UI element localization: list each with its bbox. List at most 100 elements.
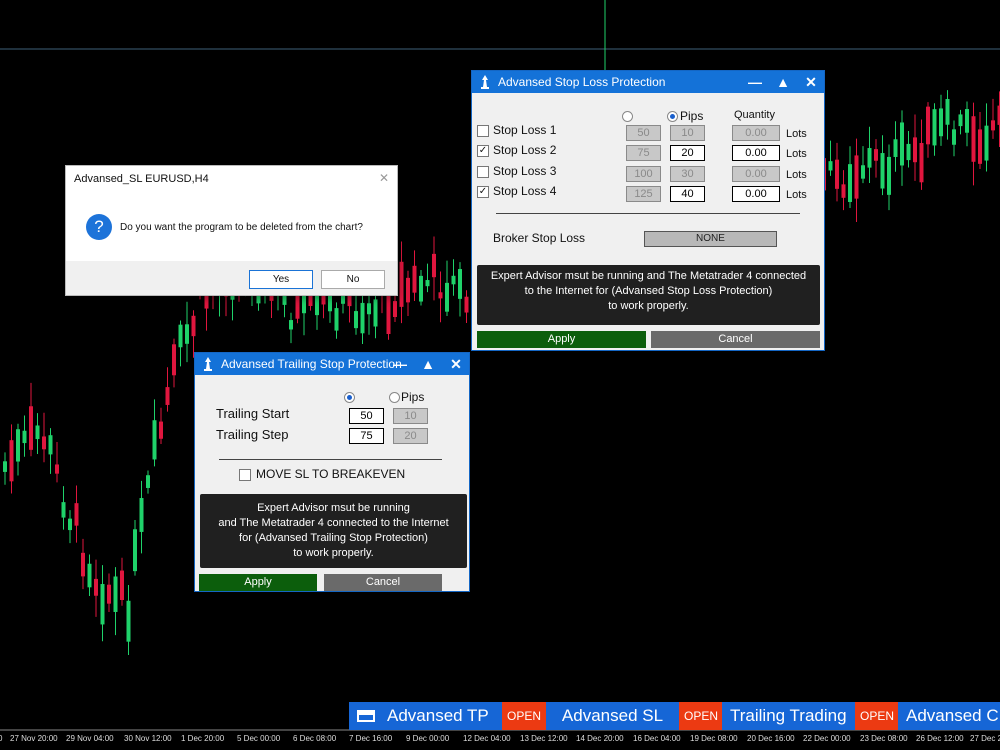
candle-body bbox=[971, 116, 976, 162]
pips-label: Pips bbox=[680, 109, 704, 123]
dialog-message: Do you want the program to be deleted fr… bbox=[120, 222, 363, 233]
candle-body bbox=[3, 461, 7, 472]
ts-info-message: Expert Advisor msut be running and The M… bbox=[200, 494, 467, 568]
sl-open-button[interactable]: OPEN bbox=[679, 702, 722, 730]
candle-body bbox=[854, 155, 859, 199]
sl-msg-line2: to the Internet for (Advansed Stop Loss … bbox=[524, 285, 773, 297]
close-icon[interactable]: ✕ bbox=[804, 74, 818, 91]
candle-body bbox=[425, 280, 430, 287]
points-radio[interactable] bbox=[344, 392, 355, 403]
candle-body bbox=[932, 109, 937, 146]
candle-body bbox=[900, 122, 904, 166]
stop-loss-3-checkbox[interactable] bbox=[477, 166, 489, 178]
yes-button[interactable]: Yes bbox=[249, 270, 313, 289]
candle-body bbox=[133, 529, 137, 572]
time-axis-label: 1 Dec 20:00 bbox=[181, 734, 225, 743]
points-radio[interactable] bbox=[622, 111, 633, 122]
lots-label: Lots bbox=[786, 189, 807, 201]
candle-body bbox=[451, 275, 456, 285]
close-icon[interactable]: ✕ bbox=[449, 356, 463, 373]
sl-msg-line1: Expert Advisor msut be running and The M… bbox=[490, 270, 807, 282]
candle-body bbox=[867, 148, 872, 168]
stop-loss-4-quantity-input[interactable]: 0.00 bbox=[732, 186, 780, 202]
candle-body bbox=[887, 156, 891, 195]
advansed-tp-button[interactable]: Advansed TP bbox=[349, 702, 502, 730]
expert-toolbar: Advansed TP OPEN Advansed SL OPEN Traili… bbox=[349, 702, 1000, 730]
ts-title: Advansed Trailing Stop Protection bbox=[221, 357, 402, 371]
tr-open-button[interactable]: OPEN bbox=[855, 702, 898, 730]
candle-body bbox=[906, 143, 911, 161]
trailing-step-label: Trailing Step bbox=[216, 427, 289, 442]
stop-loss-2-points-input: 75 bbox=[626, 145, 661, 161]
breakeven-checkbox[interactable] bbox=[239, 469, 251, 481]
stop-loss-1-points-input: 50 bbox=[626, 125, 661, 141]
time-axis-label: 9 Dec 00:00 bbox=[406, 734, 450, 743]
candle-body bbox=[35, 425, 40, 440]
candle-body bbox=[880, 153, 885, 189]
candle-body bbox=[386, 293, 391, 335]
stop-loss-1-checkbox[interactable] bbox=[477, 125, 489, 137]
candle-body bbox=[87, 563, 92, 588]
trailing-start-input[interactable]: 50 bbox=[349, 408, 384, 424]
trailing-stop-panel: Advansed Trailing Stop Protection — ▲ ✕ … bbox=[194, 352, 470, 592]
candle-body bbox=[29, 406, 33, 450]
candle-body bbox=[458, 269, 462, 299]
candle-body bbox=[861, 165, 865, 179]
sl-title: Advansed Stop Loss Protection bbox=[498, 75, 666, 89]
lots-label: Lots bbox=[786, 128, 807, 140]
stop-loss-3-label: Stop Loss 3 bbox=[493, 164, 557, 178]
candle-body bbox=[61, 502, 66, 518]
question-icon: ? bbox=[86, 214, 112, 240]
ts-cancel-button[interactable]: Cancel bbox=[324, 574, 442, 591]
time-axis-label: 27 Dec 20:00 bbox=[970, 734, 1000, 743]
candle-body bbox=[393, 301, 397, 317]
time-axis-label: 5 Dec 00:00 bbox=[237, 734, 281, 743]
stop-loss-2-checkbox[interactable]: ✓ bbox=[477, 145, 489, 157]
minimize-icon[interactable]: — bbox=[393, 356, 407, 372]
sl-apply-button[interactable]: Apply bbox=[477, 331, 646, 348]
pips-radio[interactable] bbox=[667, 111, 678, 122]
ts-apply-button[interactable]: Apply bbox=[199, 574, 317, 591]
trailing-start-pips-input: 10 bbox=[393, 408, 428, 424]
candle-body bbox=[185, 324, 189, 344]
trailing-start-label: Trailing Start bbox=[216, 406, 290, 421]
dialog-close-icon[interactable]: ✕ bbox=[379, 171, 389, 185]
trailing-step-input[interactable]: 75 bbox=[349, 428, 384, 444]
time-axis-label: 23 Dec 08:00 bbox=[860, 734, 908, 743]
candle-body bbox=[113, 576, 118, 612]
time-axis-label: 7 Dec 16:00 bbox=[349, 734, 393, 743]
ts-title-bar: Advansed Trailing Stop Protection — ▲ ✕ bbox=[195, 353, 469, 375]
candle-body bbox=[172, 344, 176, 376]
pips-radio[interactable] bbox=[389, 392, 400, 403]
time-axis-label: 0 bbox=[0, 734, 3, 743]
maximize-icon[interactable]: ▲ bbox=[776, 74, 790, 90]
maximize-icon[interactable]: ▲ bbox=[421, 356, 435, 372]
stop-loss-1-pips-input: 10 bbox=[670, 125, 705, 141]
no-button[interactable]: No bbox=[321, 270, 385, 289]
advansed-sl-button[interactable]: Advansed SL bbox=[546, 702, 679, 730]
candle-body bbox=[399, 261, 404, 307]
tp-open-button[interactable]: OPEN bbox=[502, 702, 546, 730]
candle-body bbox=[945, 98, 950, 125]
time-axis-label: 16 Dec 04:00 bbox=[633, 734, 681, 743]
candle-body bbox=[178, 324, 183, 348]
broker-stop-loss-value[interactable]: NONE bbox=[644, 231, 777, 247]
window-icon bbox=[357, 710, 375, 722]
delete-confirm-dialog: Advansed_SL EURUSD,H4 ✕ ? Do you want th… bbox=[65, 165, 398, 296]
pips-label: Pips bbox=[401, 390, 425, 404]
trailing-trading-button[interactable]: Trailing Trading bbox=[722, 702, 855, 730]
advansed-c-button[interactable]: Advansed C bbox=[898, 702, 1000, 730]
minimize-icon[interactable]: — bbox=[748, 74, 762, 90]
stop-loss-2-pips-input[interactable]: 20 bbox=[670, 145, 705, 161]
time-axis-label: 13 Dec 12:00 bbox=[520, 734, 568, 743]
stop-loss-4-pips-input[interactable]: 40 bbox=[670, 186, 705, 202]
stop-loss-2-quantity-input[interactable]: 0.00 bbox=[732, 145, 780, 161]
lots-label: Lots bbox=[786, 148, 807, 160]
ts-msg-line2: and The Metatrader 4 connected to the In… bbox=[218, 517, 449, 529]
candle-body bbox=[289, 320, 293, 330]
candle-body bbox=[107, 584, 111, 604]
expert-logo-icon bbox=[481, 75, 489, 89]
stop-loss-4-checkbox[interactable]: ✓ bbox=[477, 186, 489, 198]
sl-cancel-button[interactable]: Cancel bbox=[651, 331, 820, 348]
time-axis-label: 27 Nov 20:00 bbox=[10, 734, 58, 743]
